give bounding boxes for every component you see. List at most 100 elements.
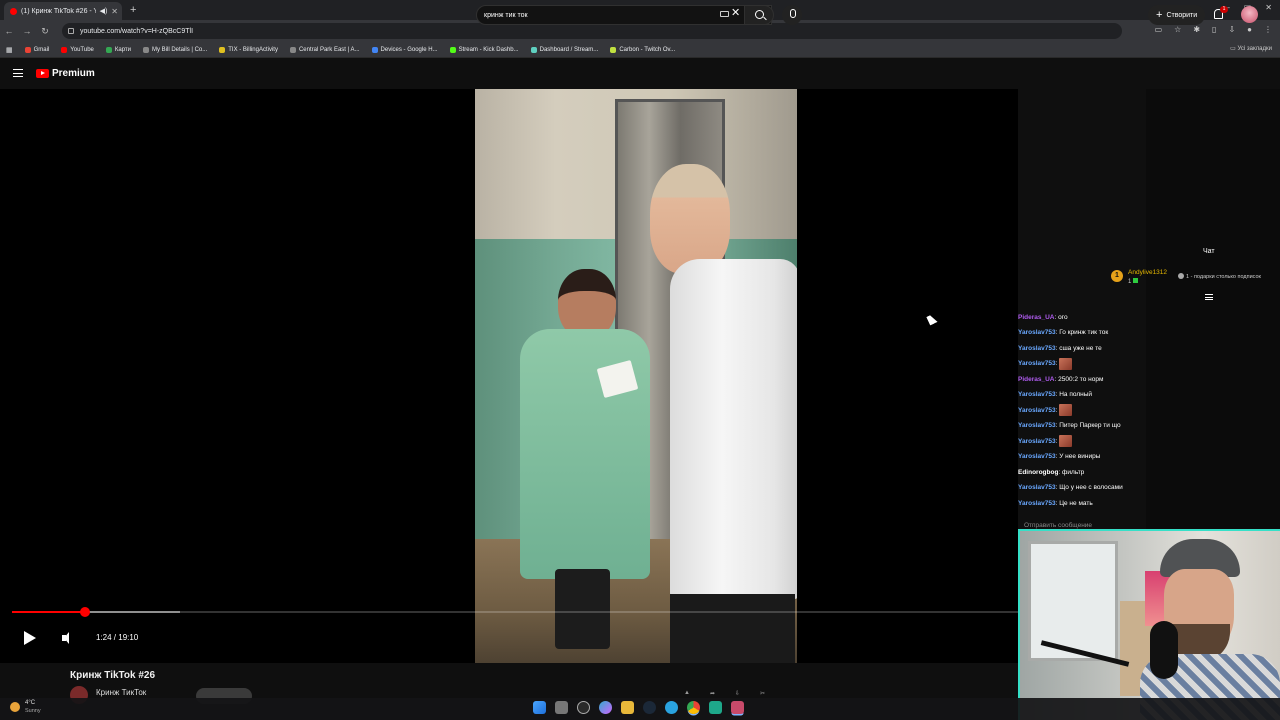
url-field[interactable]: youtube.com/watch?v=H-zQBcC9TlI: [62, 23, 1122, 39]
menu-icon[interactable]: ⋮: [1264, 25, 1272, 34]
chat-username[interactable]: Yaroslav753: [1018, 453, 1056, 460]
bookmark[interactable]: Carbon - Twitch Ov...: [610, 46, 675, 53]
app-icon[interactable]: [709, 701, 722, 714]
stream-dashboard-icon: [530, 46, 537, 53]
share-icon[interactable]: ➦: [710, 690, 715, 697]
chrome-icon[interactable]: [687, 701, 700, 714]
park-icon: [289, 46, 296, 53]
forward-icon[interactable]: →: [18, 26, 36, 36]
bookmark[interactable]: YouTube: [61, 46, 94, 53]
browser-tab[interactable]: (1) Кринж TikTok #26 - YouTube ◀) ✕: [4, 2, 122, 20]
chat-text: : 2500:2 то норм: [1054, 375, 1104, 383]
obs-icon[interactable]: [577, 701, 590, 714]
download-icon[interactable]: ⇩: [1228, 25, 1235, 34]
clip-icon[interactable]: ✂: [760, 690, 765, 697]
chat-username[interactable]: Pideras_UA: [1018, 376, 1055, 383]
chat-text: : Питер Паркер ти що: [1055, 422, 1121, 429]
bookmark[interactable]: Stream - Kick Dashb...: [449, 46, 519, 53]
woman-legs: [555, 569, 610, 649]
chat-message: Yaroslav753:: [1018, 435, 1073, 447]
video-title: Кринж TikTok #26: [70, 670, 156, 681]
chat-username[interactable]: Yaroslav753: [1018, 391, 1056, 398]
chat-username[interactable]: Yaroslav753: [1018, 407, 1056, 414]
gift-note: 1 - подарки столько подписок: [1178, 273, 1261, 280]
bookmark-star-icon[interactable]: ☆: [1174, 25, 1181, 34]
gift-username: Andylive1312: [1128, 269, 1168, 276]
url-text: youtube.com/watch?v=H-zQBcC9TlI: [80, 27, 194, 35]
chat-filter-icon[interactable]: [1205, 294, 1213, 300]
google-home-icon: [371, 46, 378, 53]
bookmark[interactable]: TIX - BillingActivity: [219, 46, 278, 53]
telegram-icon[interactable]: [665, 701, 678, 714]
steam-icon[interactable]: [643, 701, 656, 714]
start-icon[interactable]: [533, 701, 546, 714]
youtube-icon: [61, 46, 68, 53]
site-info-icon[interactable]: [68, 28, 74, 34]
chat-username[interactable]: Yaroslav753: [1018, 329, 1056, 336]
tab-close-icon[interactable]: ✕: [111, 7, 118, 16]
chat-text: :: [1055, 437, 1058, 445]
back-icon[interactable]: ←: [0, 26, 18, 36]
window-close-icon[interactable]: ✕: [1265, 3, 1272, 12]
extensions-icon[interactable]: ✱: [1193, 25, 1200, 34]
guide-menu-icon[interactable]: [13, 69, 23, 77]
chat-username[interactable]: Yaroslav753: [1018, 345, 1056, 352]
chat-input[interactable]: Отправить сообщение: [1024, 522, 1092, 529]
search-button[interactable]: [744, 5, 774, 25]
chat-text: :: [1055, 406, 1058, 414]
task-view-icon[interactable]: [555, 701, 568, 714]
streaming-app-icon[interactable]: [731, 701, 744, 714]
chat-message: Edinorogbog: фильтр: [1018, 466, 1084, 478]
clear-search-icon[interactable]: ✕: [731, 6, 740, 19]
youtube-logo[interactable]: Premium: [36, 68, 95, 79]
bookmark[interactable]: Карти: [105, 46, 131, 53]
chat-username[interactable]: Yaroslav753: [1018, 422, 1056, 429]
video-frame[interactable]: [475, 89, 797, 663]
screen: (1) Кринж TikTok #26 - YouTube ◀) ✕ + — …: [0, 0, 1280, 720]
chat-message: Yaroslav753: Це не мать: [1018, 497, 1093, 509]
copilot-icon[interactable]: [599, 701, 612, 714]
account-avatar[interactable]: [1241, 6, 1258, 23]
bookmark[interactable]: My Bill Details | Co...: [143, 46, 207, 53]
chat-message: Yaroslav753: Питер Паркер ти що: [1018, 420, 1121, 432]
create-button[interactable]: + Створити: [1148, 5, 1206, 25]
apps-icon[interactable]: ▦: [6, 46, 13, 54]
chat-text: : Що у нее с волосами: [1055, 484, 1123, 491]
reload-icon[interactable]: ↻: [36, 26, 54, 37]
file-explorer-icon[interactable]: [621, 701, 634, 714]
volume-icon[interactable]: [62, 632, 74, 644]
chat-username[interactable]: Yaroslav753: [1018, 500, 1056, 507]
scene-woman: [500, 269, 650, 649]
cast-icon[interactable]: ▭: [1155, 25, 1163, 34]
chat-text: : Го кринж тик ток: [1055, 329, 1109, 336]
bookmark[interactable]: Dashboard / Stream...: [530, 46, 598, 53]
sidepanel-icon[interactable]: ▯: [1212, 25, 1216, 34]
chat-username[interactable]: Pideras_UA: [1018, 314, 1055, 321]
bookmark[interactable]: Central Park East | A...: [289, 46, 360, 53]
chat-username[interactable]: Yaroslav753: [1018, 484, 1056, 491]
audio-icon[interactable]: ◀): [100, 7, 108, 15]
download-video-icon[interactable]: ⇩: [735, 690, 740, 697]
keyboard-icon[interactable]: [720, 11, 729, 17]
play-icon[interactable]: [24, 631, 36, 645]
tab-title: (1) Кринж TikTok #26 - YouTube: [21, 7, 96, 15]
channel-name[interactable]: Кринж ТикТок: [96, 688, 146, 697]
brand-label: Premium: [52, 68, 95, 79]
like-icon[interactable]: ▲: [684, 690, 690, 697]
youtube-header: Premium: [0, 59, 1280, 89]
bookmark[interactable]: Gmail: [24, 46, 49, 53]
new-tab-icon[interactable]: +: [130, 4, 136, 16]
chat-emote-icon: [1059, 404, 1073, 416]
weather-sun-icon[interactable]: [10, 702, 20, 712]
chat-message: Yaroslav753: Го кринж тик ток: [1018, 327, 1108, 339]
voice-search-icon[interactable]: [782, 5, 802, 25]
chat-message: Yaroslav753:: [1018, 404, 1073, 416]
chat-username[interactable]: Yaroslav753: [1018, 360, 1056, 367]
all-bookmarks[interactable]: ▭ Усі закладки: [1230, 45, 1272, 52]
info-icon: [1178, 273, 1184, 279]
bookmark[interactable]: Devices - Google H...: [371, 46, 438, 53]
chat-username[interactable]: Edinorogbog: [1018, 469, 1058, 476]
profile-icon[interactable]: ●: [1247, 25, 1252, 34]
progress-scrubber[interactable]: [80, 607, 90, 617]
chat-username[interactable]: Yaroslav753: [1018, 438, 1056, 445]
